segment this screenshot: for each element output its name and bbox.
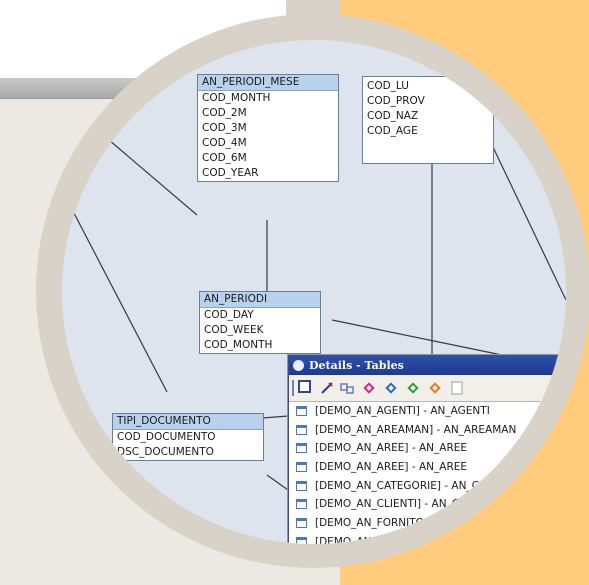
table-icon	[296, 536, 307, 544]
table-field: COD_MONTH	[202, 92, 271, 104]
page-icon[interactable]	[449, 380, 464, 395]
table-tipi-documento[interactable]: TIPI_DOCUMENTO COD_DOCUMENTO DSC_DOCUMEN…	[112, 413, 264, 461]
table-field: DSC_DOCUMENTO	[117, 446, 214, 458]
list-item[interactable]: [DEMO_AN_...	[289, 533, 566, 544]
list-item[interactable]: [DEMO_AN_CLIENTI] - AN_CLIENTI	[289, 495, 566, 514]
list-item[interactable]: [DEMO_AN_AREAMAN] - AN_AREAMAN	[289, 421, 566, 440]
table-field: COD_YEAR	[202, 167, 259, 179]
table-field: COD_LU	[367, 80, 409, 92]
diamond-icon[interactable]	[383, 380, 398, 395]
table-field: COD_DOCUMENTO	[117, 431, 216, 443]
pencil-icon[interactable]	[319, 380, 334, 395]
table-an-periodi-mese[interactable]: AN_PERIODI_MESE COD_MONTH COD_2M COD_3M …	[197, 74, 339, 182]
diagram-canvas: AN_PERIODI_MESE COD_MONTH COD_2M COD_3M …	[62, 40, 566, 544]
window-icon[interactable]	[298, 380, 311, 393]
table-icon	[296, 443, 307, 454]
dialog-title: Details - Tables	[309, 359, 404, 372]
list-item[interactable]: [DEMO_AN_CATEGORIE] - AN_CATEGORIE	[289, 477, 566, 496]
diamond-icon[interactable]	[427, 380, 442, 395]
table-header: AN_PERIODI_MESE	[198, 75, 338, 91]
table-field: COD_AGE	[367, 125, 418, 137]
table-field: COD_NAZ	[367, 110, 419, 122]
relation-line	[491, 144, 566, 301]
relation-line	[331, 319, 503, 356]
app-icon	[293, 360, 304, 371]
table-field: COD_MONTH	[204, 339, 273, 351]
diamond-icon[interactable]	[361, 380, 376, 395]
link-icon[interactable]	[339, 380, 354, 395]
relation-line	[62, 189, 168, 393]
diamond-icon[interactable]	[405, 380, 420, 395]
list-item[interactable]: [DEMO_AN_FORNITORI] - AN_FORNITORI	[289, 514, 566, 533]
table-field: COD_WEEK	[204, 324, 264, 336]
table-icon	[296, 462, 307, 473]
table-header: TIPI_DOCUMENTO	[113, 414, 263, 430]
details-tables-dialog[interactable]: Details - Tables [DEMO_AN_AGENTI] - AN_A…	[288, 355, 566, 544]
list-item[interactable]: [DEMO_AN_AGENTI] - AN_AGENTI	[289, 402, 566, 421]
table-field: COD_4M	[202, 137, 247, 149]
table-field: COD_2M	[202, 107, 247, 119]
table-field: COD_PROV	[367, 95, 425, 107]
relation-line	[62, 99, 198, 216]
list-item[interactable]: [DEMO_AN_AREE] - AN_AREE	[289, 458, 566, 477]
list-item[interactable]: [DEMO_AN_AREE] - AN_AREE	[289, 439, 566, 458]
table-icon	[296, 518, 307, 529]
dialog-toolbar	[289, 375, 566, 402]
toolbar-grip	[292, 380, 294, 396]
table-icon	[296, 424, 307, 435]
table-field: COD_3M	[202, 122, 247, 134]
table-icon	[296, 406, 307, 416]
table-an-periodi[interactable]: AN_PERIODI COD_DAY COD_WEEK COD_MONTH	[199, 291, 321, 354]
table-field: COD_6M	[202, 152, 247, 164]
table-icon	[296, 480, 307, 491]
tables-list[interactable]: [DEMO_AN_AGENTI] - AN_AGENTI [DEMO_AN_AR…	[289, 402, 566, 544]
table-icon	[296, 499, 307, 510]
dialog-title-bar[interactable]: Details - Tables	[289, 356, 566, 375]
table-geo[interactable]: COD_LU COD_PROV COD_NAZ COD_AGE	[362, 76, 494, 164]
table-header: AN_PERIODI	[200, 292, 320, 308]
table-field: COD_DAY	[204, 309, 254, 321]
